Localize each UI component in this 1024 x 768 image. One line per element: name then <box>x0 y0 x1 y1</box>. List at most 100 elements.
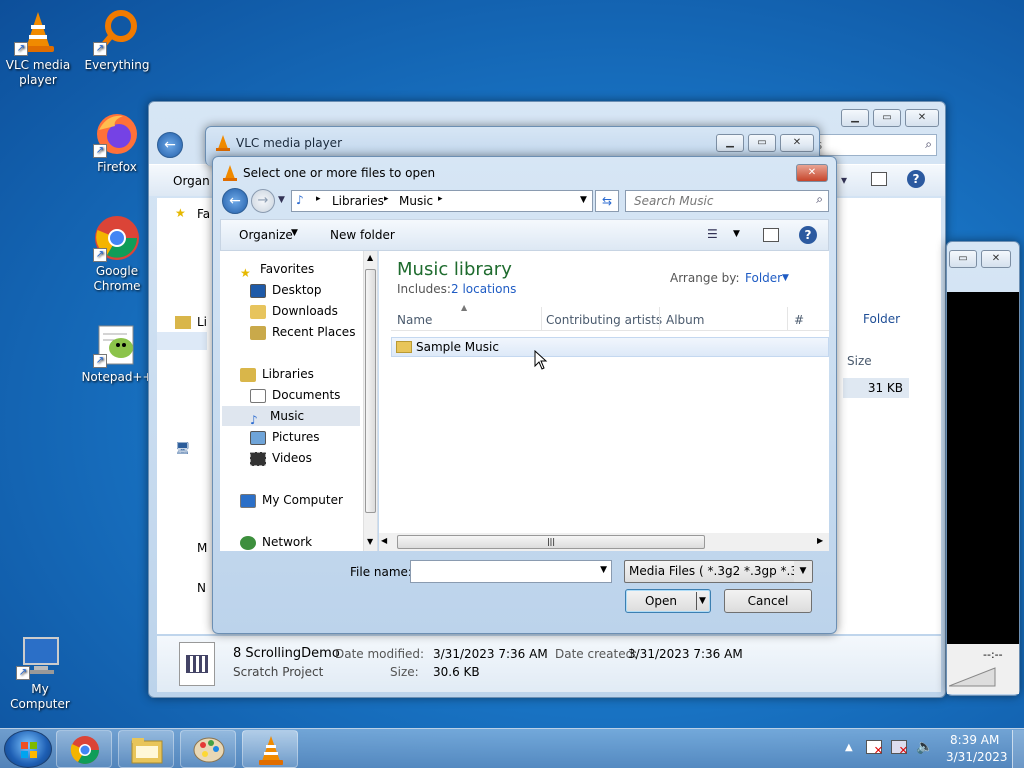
help-icon[interactable]: ? <box>907 170 925 188</box>
explorer-nav-network[interactable]: N <box>197 581 206 595</box>
nav-network[interactable]: Network <box>240 532 312 552</box>
address-dropdown-icon[interactable]: ▼ <box>580 195 587 205</box>
views-dropdown-icon[interactable]: ▼ <box>733 229 740 239</box>
nav-scroll-thumb[interactable] <box>365 269 376 513</box>
explorer-maximize-button[interactable]: ▭ <box>873 109 901 127</box>
nav-my-computer[interactable]: My Computer <box>240 490 343 510</box>
nav-desktop[interactable]: Desktop <box>250 280 322 300</box>
new-folder-button[interactable]: New folder <box>330 228 395 242</box>
vlc-maximize-button[interactable]: ▭ <box>748 134 776 152</box>
breadcrumb-libraries[interactable]: Libraries <box>332 194 384 208</box>
help-icon[interactable]: ? <box>799 226 817 244</box>
column-name[interactable]: Name <box>397 313 432 327</box>
nav-downloads[interactable]: Downloads <box>250 301 338 321</box>
scroll-left-icon[interactable]: ◀ <box>381 536 387 545</box>
nav-music[interactable]: ♪ Music <box>250 406 304 427</box>
explorer-organize-button[interactable]: Organ <box>173 174 210 188</box>
file-type-select[interactable]: Media Files ( *.3g2 *.3gp *.3gp2 ▼ <box>624 560 813 583</box>
horizontal-scroll-thumb[interactable]: ||| <box>397 535 705 549</box>
breadcrumb-chevron-icon[interactable]: ▸ <box>384 194 389 204</box>
column-contributing-artists[interactable]: Contributing artists <box>546 313 662 327</box>
nav-documents[interactable]: Documents <box>250 385 340 405</box>
vlc-close-button[interactable]: ✕ <box>981 250 1011 268</box>
start-button[interactable] <box>4 730 52 768</box>
nav-scrollbar[interactable]: ▲ ▼ <box>363 251 377 551</box>
library-locations-link[interactable]: 2 locations <box>451 282 516 296</box>
recent-pages-chevron-icon[interactable]: ▼ <box>278 195 285 205</box>
nav-favorites[interactable]: ★ Favorites <box>240 259 314 280</box>
column-divider <box>659 307 660 331</box>
downloads-icon <box>250 304 266 319</box>
nav-libraries[interactable]: Libraries <box>240 364 314 384</box>
address-bar[interactable]: ♪ ▸ Libraries ▸ Music ▸ ▼ <box>291 190 593 212</box>
show-hidden-icons-chevron-icon[interactable]: ▲ <box>845 742 853 753</box>
file-type-dropdown-icon[interactable]: ▼ <box>794 561 812 582</box>
explorer-search-input[interactable]: s⌕ <box>809 134 937 156</box>
preview-pane-icon[interactable] <box>763 228 779 242</box>
desktop-icon-firefox[interactable]: ↗ Firefox <box>77 110 157 175</box>
nav-videos[interactable]: Videos <box>250 448 312 468</box>
column-album[interactable]: Album <box>666 313 704 327</box>
clock-date[interactable]: 3/31/2023 <box>946 750 1008 764</box>
desktop-icon-label: VLC media player <box>5 58 71 87</box>
refresh-icon[interactable]: ⇆ <box>595 190 619 212</box>
scroll-right-icon[interactable]: ▶ <box>817 536 823 545</box>
view-dropdown-icon[interactable]: ▾ <box>841 173 847 187</box>
scroll-down-icon[interactable]: ▼ <box>367 537 373 546</box>
explorer-nav-computer[interactable]: M <box>197 541 207 555</box>
file-name-input[interactable]: ▼ <box>410 560 612 583</box>
breadcrumb-chevron-icon[interactable]: ▸ <box>316 194 321 204</box>
column-header-row: Name Contributing artists Album # <box>391 307 829 331</box>
explorer-minimize-button[interactable]: ▁ <box>841 109 869 127</box>
arrange-by-dropdown[interactable]: Folder <box>745 271 782 285</box>
forward-button[interactable]: → <box>251 189 275 213</box>
nav-recent-places[interactable]: Recent Places <box>250 322 355 342</box>
explorer-close-button[interactable]: ✕ <box>905 109 939 127</box>
back-button[interactable]: ← <box>222 188 248 214</box>
taskbar-paint-button[interactable] <box>180 730 236 768</box>
organize-button[interactable]: Organize <box>239 228 293 242</box>
volume-muted-icon[interactable]: 🔈 <box>916 739 933 755</box>
breadcrumb-music[interactable]: Music <box>399 194 433 208</box>
action-center-flag-icon[interactable]: ✕ <box>866 740 883 757</box>
favorites-star-icon: ★ <box>175 206 186 220</box>
taskbar-vlc-button[interactable] <box>242 730 298 768</box>
horizontal-scrollbar[interactable]: ◀ ||| ▶ <box>379 533 829 551</box>
vlc-player-window-right[interactable]: ▭ ✕ --:-- <box>946 241 1020 696</box>
cancel-button[interactable]: Cancel <box>724 589 812 613</box>
show-desktop-button[interactable] <box>1012 730 1024 768</box>
vlc-maximize-button[interactable]: ▭ <box>949 250 977 268</box>
views-icon[interactable]: ☰ <box>707 227 718 241</box>
taskbar-chrome-button[interactable] <box>56 730 112 768</box>
clock-time[interactable]: 8:39 AM <box>950 733 999 747</box>
open-file-dialog[interactable]: Select one or more files to open ✕ ← → ▼… <box>212 156 837 634</box>
explorer-nav-favorites[interactable]: Fa <box>197 207 210 221</box>
file-row[interactable]: Sample Music <box>391 337 829 357</box>
file-name-dropdown-icon[interactable]: ▼ <box>600 565 607 575</box>
column-track-number[interactable]: # <box>794 313 804 327</box>
desktop-icon-notepadpp[interactable]: ↗ Notepad++ <box>77 320 157 385</box>
desktop-icon-chrome[interactable]: ↗ Google Chrome <box>77 214 157 294</box>
network-tray-icon[interactable]: ✕ <box>891 740 908 757</box>
explorer-back-button[interactable]: ← <box>157 132 183 158</box>
dialog-close-button[interactable]: ✕ <box>796 164 828 182</box>
vlc-minimize-button[interactable]: ▁ <box>716 134 744 152</box>
breadcrumb-chevron-icon[interactable]: ▸ <box>438 194 443 204</box>
nav-pictures[interactable]: Pictures <box>250 427 320 447</box>
vlc-close-button[interactable]: ✕ <box>780 134 814 152</box>
search-input[interactable]: Search Music ⌕ <box>625 190 829 212</box>
open-button[interactable]: Open ▼ <box>625 589 711 613</box>
desktop-icon-everything[interactable]: ↗ Everything <box>77 8 157 73</box>
explorer-size-column[interactable]: Size <box>847 354 872 368</box>
open-dropdown-icon[interactable]: ▼ <box>699 590 706 612</box>
preview-pane-icon[interactable] <box>871 172 887 186</box>
taskbar-explorer-button[interactable] <box>118 730 174 768</box>
desktop-icon-vlc[interactable]: ↗ VLC media player <box>0 8 78 88</box>
organize-dropdown-icon[interactable]: ▼ <box>291 228 298 238</box>
arrange-dropdown-icon[interactable]: ▼ <box>782 273 789 283</box>
explorer-view-label[interactable]: Folder <box>863 312 900 326</box>
desktop-icon-my-computer[interactable]: ↗ My Computer <box>0 632 80 712</box>
explorer-nav-libraries[interactable]: Li <box>197 315 207 329</box>
volume-icon[interactable] <box>949 666 997 688</box>
scroll-up-icon[interactable]: ▲ <box>367 253 373 262</box>
